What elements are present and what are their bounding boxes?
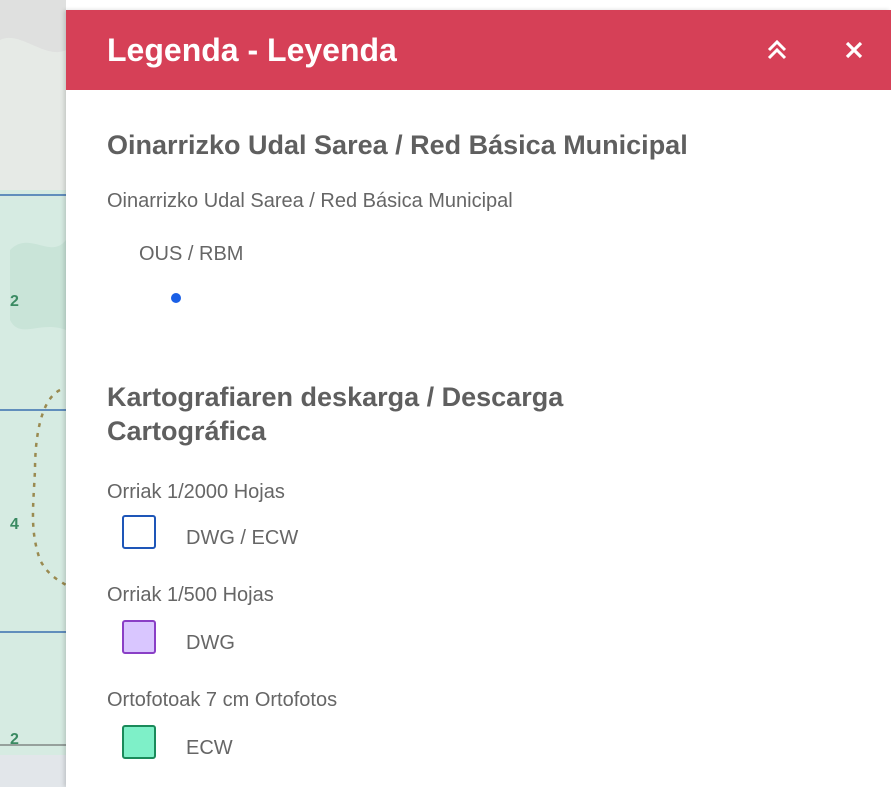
- section-title: Kartografiaren deskarga / Descarga Carto…: [107, 382, 564, 446]
- panel-title: Legenda - Leyenda: [107, 32, 397, 68]
- legend-panel: Legenda - Leyenda Oinarrizko Udal Sarea …: [66, 10, 891, 787]
- map-label: 2: [10, 731, 19, 748]
- close-button[interactable]: [834, 30, 874, 70]
- legend-item-label: ECW: [186, 737, 233, 759]
- map-label: 2: [10, 293, 19, 310]
- map-label: 4: [10, 516, 19, 533]
- double-chevron-up-icon: [767, 39, 787, 60]
- close-icon: [845, 41, 863, 59]
- map-canvas: [0, 0, 66, 787]
- section-title: Oinarrizko Udal Sarea / Red Básica Munic…: [107, 130, 688, 160]
- polygon-symbol: [122, 620, 156, 654]
- polygon-symbol: [122, 515, 156, 549]
- polygon-symbol: [122, 725, 156, 759]
- layer-name: Orriak 1/500 Hojas: [107, 584, 274, 606]
- point-symbol: [171, 293, 181, 303]
- layer-name: Orriak 1/2000 Hojas: [107, 481, 285, 503]
- legend-item-label: DWG: [186, 632, 235, 654]
- map-background[interactable]: 2 4 2: [0, 0, 66, 787]
- layer-name: Oinarrizko Udal Sarea / Red Básica Munic…: [107, 190, 513, 212]
- panel-header: Legenda - Leyenda: [66, 10, 891, 90]
- layer-name: Ortofotoak 7 cm Ortofotos: [107, 689, 338, 711]
- legend-item-label: DWG / ECW: [186, 527, 299, 549]
- legend-item-label: OUS / RBM: [139, 243, 244, 265]
- collapse-button[interactable]: [757, 30, 797, 70]
